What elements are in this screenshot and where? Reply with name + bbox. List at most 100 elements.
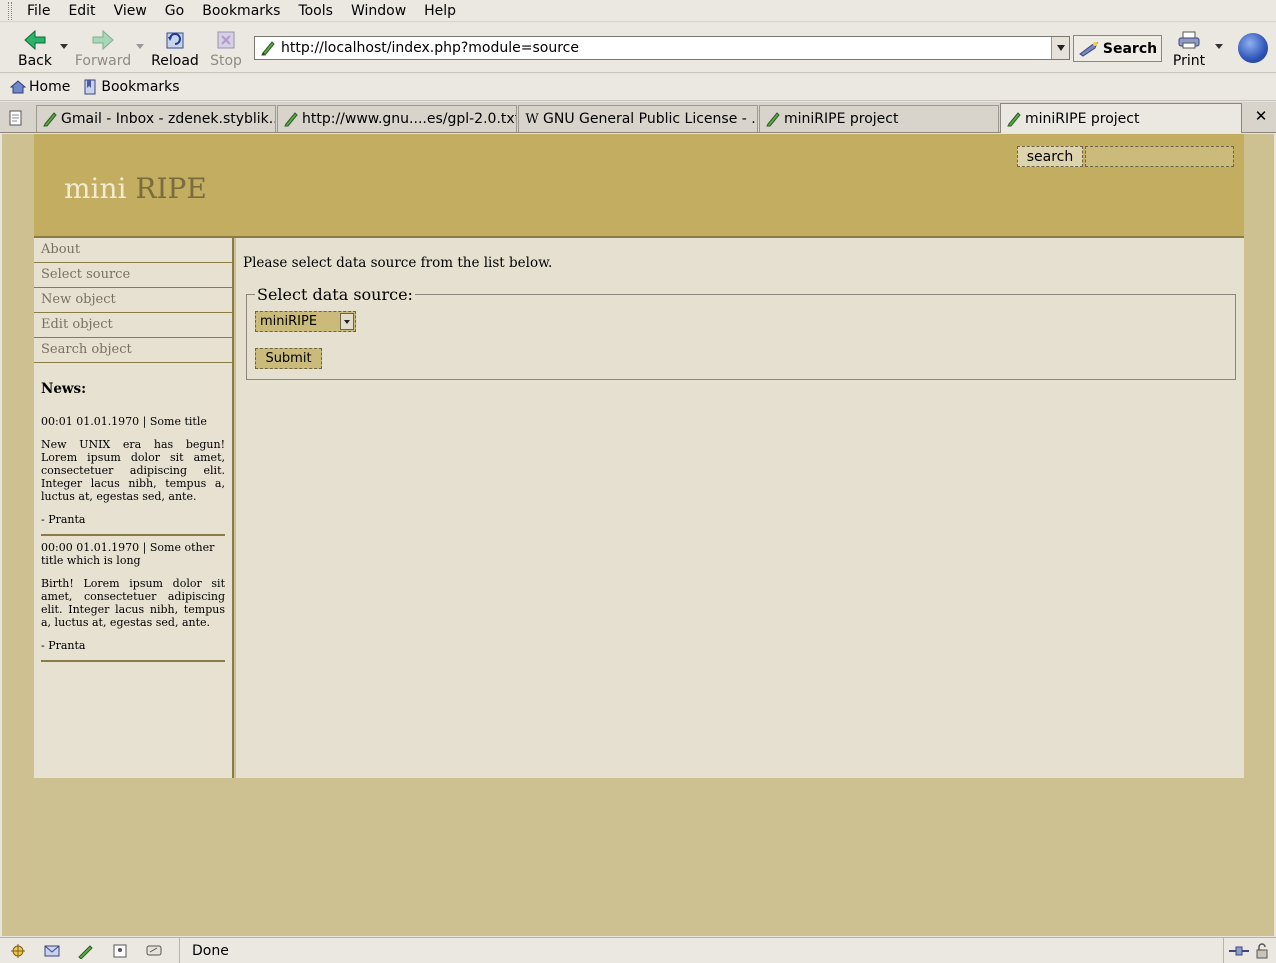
- page-edit-icon: [258, 38, 278, 58]
- connection-status: [1223, 938, 1276, 963]
- url-bar[interactable]: http://localhost/index.php?module=source: [254, 36, 1070, 60]
- bookmarks-icon: [82, 79, 98, 95]
- composer-icon[interactable]: [76, 943, 96, 959]
- page-edit-icon: [764, 111, 782, 127]
- menu-file[interactable]: File: [18, 0, 59, 22]
- tab-label: miniRIPE project: [784, 111, 899, 127]
- stop-button[interactable]: Stop: [208, 27, 244, 69]
- news-heading: News:: [41, 381, 87, 397]
- select-value: miniRIPE: [260, 314, 318, 329]
- home-icon: [10, 79, 26, 95]
- print-label: Print: [1172, 53, 1206, 69]
- page-edit-icon: [1005, 111, 1023, 127]
- page-edit-icon: [282, 111, 300, 127]
- tab-label: GNU General Public License - ...: [543, 111, 758, 127]
- logo-mini: mini: [64, 172, 127, 205]
- source-fieldset: Select data source: miniRIPE Submit: [246, 285, 1236, 380]
- news-author: - Pranta: [41, 639, 86, 652]
- intro-text: Please select data source from the list …: [243, 255, 553, 271]
- browser-throbber-icon[interactable]: [1238, 33, 1268, 63]
- search-label: Search: [1102, 40, 1158, 57]
- news-body: New UNIX era has begun! Lorem ipsum dolo…: [41, 438, 225, 503]
- fieldset-legend: Select data source:: [255, 285, 415, 304]
- logo-ripe: RIPE: [135, 172, 207, 205]
- sidebar: About Select source New object Edit obje…: [34, 238, 234, 778]
- tab-bar: Gmail - Inbox - zdenek.styblik... http:/…: [0, 102, 1276, 133]
- tab-miniripe-1[interactable]: miniRIPE project: [759, 105, 999, 132]
- site-search-input[interactable]: [1085, 146, 1234, 167]
- tab-gnu-license-wiki[interactable]: W GNU General Public License - ...: [518, 105, 758, 132]
- forward-history-dropdown[interactable]: [136, 44, 144, 49]
- data-source-select[interactable]: miniRIPE: [255, 311, 356, 332]
- navigator-icon[interactable]: [8, 943, 28, 959]
- mail-icon[interactable]: [42, 943, 62, 959]
- menu-go[interactable]: Go: [156, 0, 193, 22]
- news-item: 00:00 01.01.1970 | Some other title whic…: [41, 541, 225, 662]
- menu-window[interactable]: Window: [342, 0, 415, 22]
- home-label: Home: [29, 79, 71, 95]
- nav-new-object[interactable]: New object: [34, 288, 232, 313]
- site-page: mini RIPE search About Select source New…: [34, 134, 1244, 778]
- tab-label: http://www.gnu....es/gpl-2.0.txt: [302, 111, 517, 127]
- nav-select-source[interactable]: Select source: [34, 263, 232, 288]
- site-search-button[interactable]: search: [1017, 146, 1083, 167]
- personal-toolbar: Home Bookmarks: [0, 74, 1276, 101]
- forward-label: Forward: [74, 53, 132, 69]
- menu-view[interactable]: View: [105, 0, 156, 22]
- forward-arrow-icon: [91, 29, 115, 51]
- site-logo[interactable]: mini RIPE: [64, 172, 207, 205]
- back-label: Back: [18, 53, 52, 69]
- back-history-dropdown[interactable]: [60, 44, 68, 49]
- chevron-down-icon[interactable]: [340, 313, 354, 330]
- nav-edit-object[interactable]: Edit object: [34, 313, 232, 338]
- reload-icon: [163, 29, 187, 51]
- menu-bar: File Edit View Go Bookmarks Tools Window…: [0, 0, 1276, 22]
- menubar-grip[interactable]: [8, 1, 12, 20]
- security-lock-icon[interactable]: [1254, 942, 1272, 959]
- tab-label: miniRIPE project: [1025, 110, 1140, 127]
- submit-button[interactable]: Submit: [255, 348, 322, 369]
- wikipedia-icon: W: [525, 111, 539, 127]
- new-tab-icon[interactable]: [6, 108, 26, 128]
- status-text: Done: [192, 942, 229, 959]
- stop-label: Stop: [210, 53, 242, 69]
- printer-icon: [1177, 29, 1201, 51]
- nav-about[interactable]: About: [34, 238, 232, 263]
- page-edit-icon: [41, 111, 59, 127]
- news-body: Birth! Lorem ipsum dolor sit amet, conse…: [41, 577, 225, 629]
- navigation-toolbar: Back Forward Reload Stop http://localhos…: [0, 23, 1276, 73]
- menu-bookmarks[interactable]: Bookmarks: [193, 0, 289, 22]
- close-tab-icon[interactable]: ✕: [1254, 109, 1268, 124]
- menu-edit[interactable]: Edit: [59, 0, 104, 22]
- url-history-dropdown[interactable]: [1051, 37, 1069, 59]
- tab-gpl-text[interactable]: http://www.gnu....es/gpl-2.0.txt: [277, 105, 517, 132]
- tab-label: Gmail - Inbox - zdenek.styblik...: [61, 111, 276, 127]
- page-viewport: mini RIPE search About Select source New…: [2, 134, 1274, 936]
- forward-button[interactable]: Forward: [74, 27, 132, 69]
- bookmarks-link[interactable]: Bookmarks: [82, 79, 180, 95]
- back-button[interactable]: Back: [16, 27, 54, 69]
- component-bar: [0, 938, 180, 963]
- bookmarks-label: Bookmarks: [101, 79, 180, 95]
- news-item: 00:01 01.01.1970 | Some title New UNIX e…: [41, 415, 225, 536]
- back-arrow-icon: [23, 29, 47, 51]
- news-meta: 00:01 01.01.1970 | Some title: [41, 415, 207, 428]
- tab-miniripe-active[interactable]: miniRIPE project: [1000, 103, 1242, 133]
- address-book-icon[interactable]: [110, 943, 130, 959]
- tab-gmail[interactable]: Gmail - Inbox - zdenek.styblik...: [36, 105, 276, 132]
- menu-tools[interactable]: Tools: [289, 0, 342, 22]
- reload-label: Reload: [151, 53, 199, 69]
- home-link[interactable]: Home: [10, 79, 70, 95]
- chat-icon[interactable]: [144, 943, 164, 959]
- stop-icon: [214, 29, 238, 51]
- reload-button[interactable]: Reload: [150, 27, 200, 69]
- online-icon[interactable]: [1228, 943, 1250, 959]
- url-input[interactable]: http://localhost/index.php?module=source: [281, 40, 1051, 56]
- print-dropdown[interactable]: [1215, 44, 1223, 49]
- main-content: Please select data source from the list …: [236, 238, 1244, 778]
- search-button[interactable]: Search: [1073, 35, 1162, 62]
- status-bar: Done: [0, 937, 1276, 963]
- print-button[interactable]: Print: [1170, 27, 1208, 69]
- menu-help[interactable]: Help: [415, 0, 465, 22]
- nav-search-object[interactable]: Search object: [34, 338, 232, 363]
